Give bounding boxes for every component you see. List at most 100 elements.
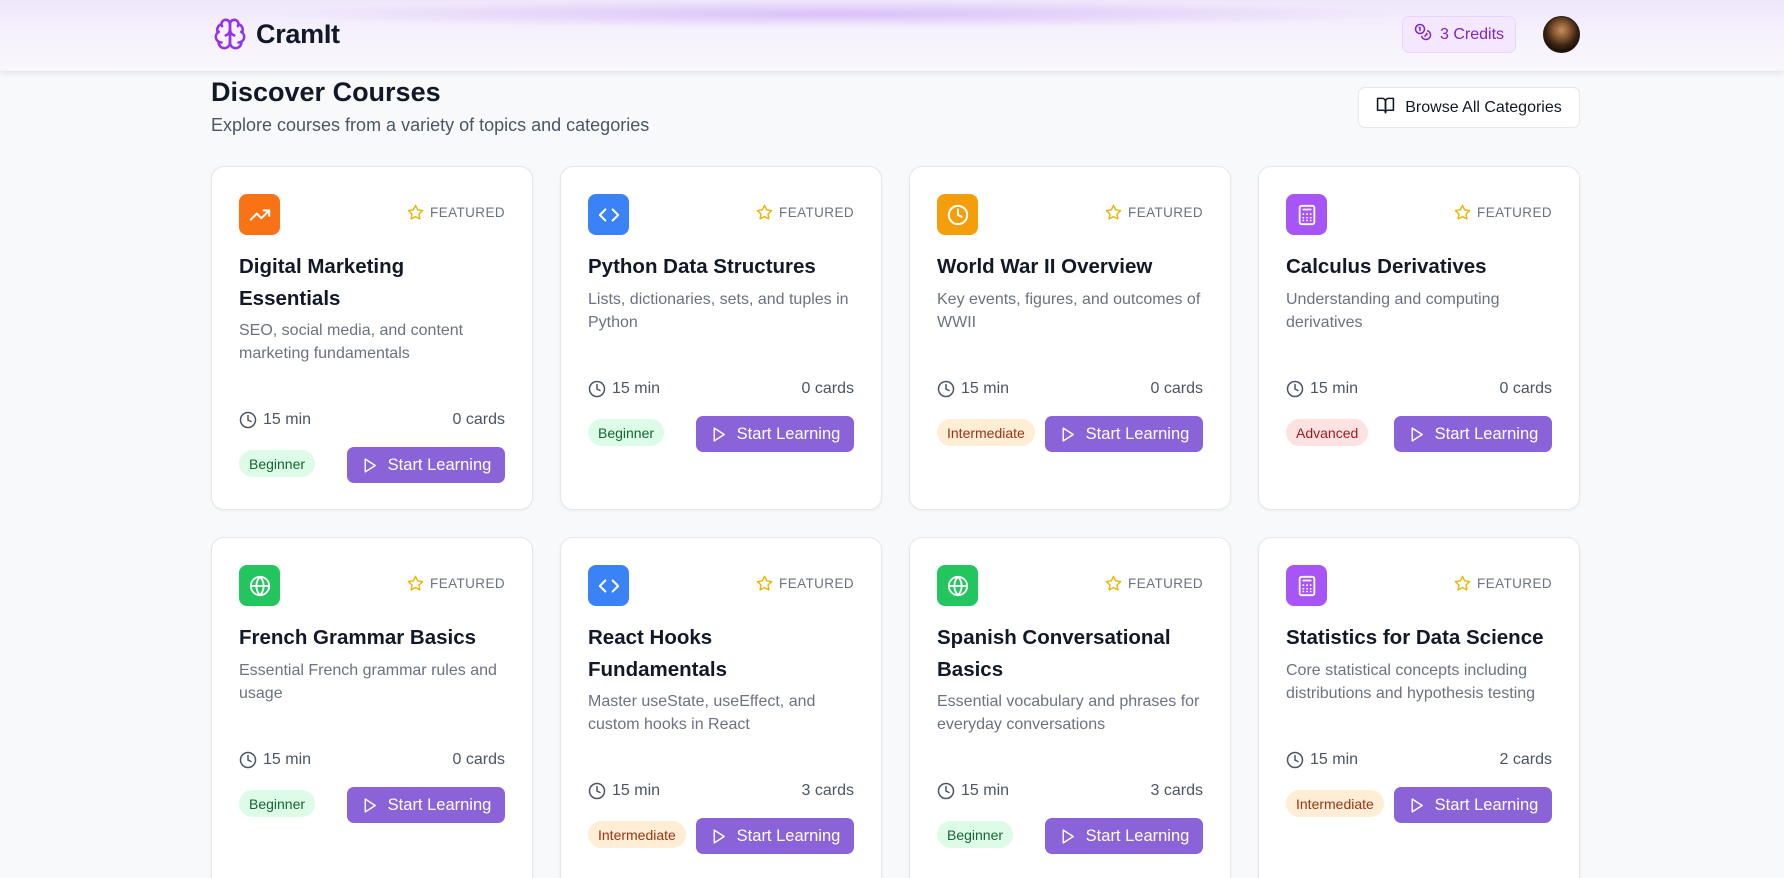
clock-icon <box>937 380 955 398</box>
course-card-count: 3 cards <box>801 782 854 799</box>
user-avatar[interactable] <box>1543 16 1580 53</box>
course-duration: 15 min <box>239 751 311 769</box>
course-title: Python Data Structures <box>588 255 816 278</box>
clock-icon <box>239 411 257 429</box>
course-duration: 15 min <box>588 380 660 398</box>
start-learning-button[interactable]: Start Learning <box>347 787 505 823</box>
play-icon <box>364 457 376 473</box>
featured-badge: FEATURED <box>1454 575 1552 592</box>
course-duration: 15 min <box>937 380 1009 398</box>
level-badge: Intermediate <box>1286 790 1384 817</box>
course-card-count: 3 cards <box>1150 782 1203 799</box>
course-card[interactable]: FEATURED French Grammar Basics Essential… <box>211 537 533 878</box>
course-description: Essential French grammar rules and usage <box>239 662 497 702</box>
featured-badge: FEATURED <box>1454 204 1552 221</box>
star-icon <box>756 204 773 220</box>
calculator-icon <box>1286 194 1327 235</box>
star-icon <box>1454 204 1471 220</box>
course-description: Essential vocabulary and phrases for eve… <box>937 693 1200 733</box>
play-icon <box>1411 797 1423 813</box>
clock-icon <box>1286 380 1304 398</box>
star-icon <box>1454 575 1471 591</box>
featured-badge: FEATURED <box>756 575 854 592</box>
featured-badge: FEATURED <box>756 204 854 221</box>
clock-icon <box>937 194 978 235</box>
top-navbar: CramIt 3 Credits <box>0 0 1784 71</box>
globe-icon <box>239 565 280 606</box>
star-icon <box>756 575 773 591</box>
star-icon <box>407 204 424 220</box>
course-card-count: 2 cards <box>1499 751 1552 768</box>
start-learning-button[interactable]: Start Learning <box>1045 818 1203 854</box>
globe-icon <box>937 565 978 606</box>
start-learning-button[interactable]: Start Learning <box>1394 416 1552 452</box>
star-icon <box>407 575 424 591</box>
play-icon <box>1411 426 1423 442</box>
play-icon <box>364 797 376 813</box>
course-title: Statistics for Data Science <box>1286 626 1544 649</box>
level-badge: Beginner <box>588 419 665 446</box>
level-badge: Intermediate <box>937 419 1035 446</box>
credits-label: 3 Credits <box>1439 25 1505 43</box>
level-badge: Advanced <box>1286 419 1369 446</box>
clock-icon <box>588 782 606 800</box>
start-learning-button[interactable]: Start Learning <box>1394 787 1552 823</box>
level-badge: Intermediate <box>588 821 686 848</box>
page-subtitle: Explore courses from a variety of topics… <box>211 115 650 135</box>
course-duration: 15 min <box>239 411 311 429</box>
star-icon <box>1105 575 1122 591</box>
header-glow <box>260 0 1410 28</box>
browse-all-categories-button[interactable]: Browse All Categories <box>1358 87 1580 128</box>
featured-badge: FEATURED <box>407 204 505 221</box>
featured-badge: FEATURED <box>407 575 505 592</box>
course-title: French Grammar Basics <box>239 626 477 649</box>
course-card[interactable]: FEATURED Spanish Conversational Basics E… <box>909 537 1231 878</box>
course-duration: 15 min <box>1286 751 1358 769</box>
course-title: World War II Overview <box>937 255 1153 278</box>
credits-button[interactable]: 3 Credits <box>1402 16 1516 53</box>
brain-icon <box>212 16 248 52</box>
course-card-count: 0 cards <box>1499 380 1552 397</box>
book-open-icon <box>1376 96 1395 120</box>
course-description: Master useState, useEffect, and custom h… <box>588 693 816 733</box>
course-title: Spanish Conversational Basics <box>937 626 1171 681</box>
coins-icon <box>1414 23 1432 46</box>
course-duration: 15 min <box>588 782 660 800</box>
course-description: Understanding and computing derivatives <box>1286 291 1500 331</box>
start-learning-button[interactable]: Start Learning <box>696 416 854 452</box>
course-duration: 15 min <box>937 782 1009 800</box>
course-description: Key events, figures, and outcomes of WWI… <box>937 291 1201 331</box>
featured-badge: FEATURED <box>1105 204 1203 221</box>
start-learning-button[interactable]: Start Learning <box>696 818 854 854</box>
course-card[interactable]: FEATURED React Hooks Fundamentals Master… <box>560 537 882 878</box>
course-title: Digital Marketing Essentials <box>239 255 405 310</box>
course-card-count: 0 cards <box>452 751 505 768</box>
code-icon <box>588 565 629 606</box>
start-learning-button[interactable]: Start Learning <box>1045 416 1203 452</box>
brand-logo-link[interactable]: CramIt <box>212 16 340 52</box>
code-icon <box>588 194 629 235</box>
clock-icon <box>239 751 257 769</box>
featured-badge: FEATURED <box>1105 575 1203 592</box>
clock-icon <box>588 380 606 398</box>
course-card-count: 0 cards <box>452 411 505 428</box>
course-card[interactable]: FEATURED Statistics for Data Science Cor… <box>1258 537 1580 878</box>
play-icon <box>1062 828 1074 844</box>
play-icon <box>1062 426 1074 442</box>
course-card[interactable]: FEATURED Calculus Derivatives Understand… <box>1258 166 1580 510</box>
browse-all-categories-label: Browse All Categories <box>1405 98 1562 116</box>
brand-name: CramIt <box>256 18 340 49</box>
trending-up-icon <box>239 194 280 235</box>
course-card-count: 0 cards <box>1150 380 1203 397</box>
course-card[interactable]: FEATURED World War II Overview Key event… <box>909 166 1231 510</box>
course-description: Lists, dictionaries, sets, and tuples in… <box>588 291 849 331</box>
play-icon <box>713 426 725 442</box>
course-card[interactable]: FEATURED Python Data Structures Lists, d… <box>560 166 882 510</box>
course-description: Core statistical concepts including dist… <box>1286 662 1536 702</box>
clock-icon <box>937 782 955 800</box>
course-duration: 15 min <box>1286 380 1358 398</box>
level-badge: Beginner <box>937 821 1014 848</box>
course-card[interactable]: FEATURED Digital Marketing Essentials SE… <box>211 166 533 510</box>
start-learning-button[interactable]: Start Learning <box>347 447 505 483</box>
page-title: Discover Courses <box>211 77 441 107</box>
